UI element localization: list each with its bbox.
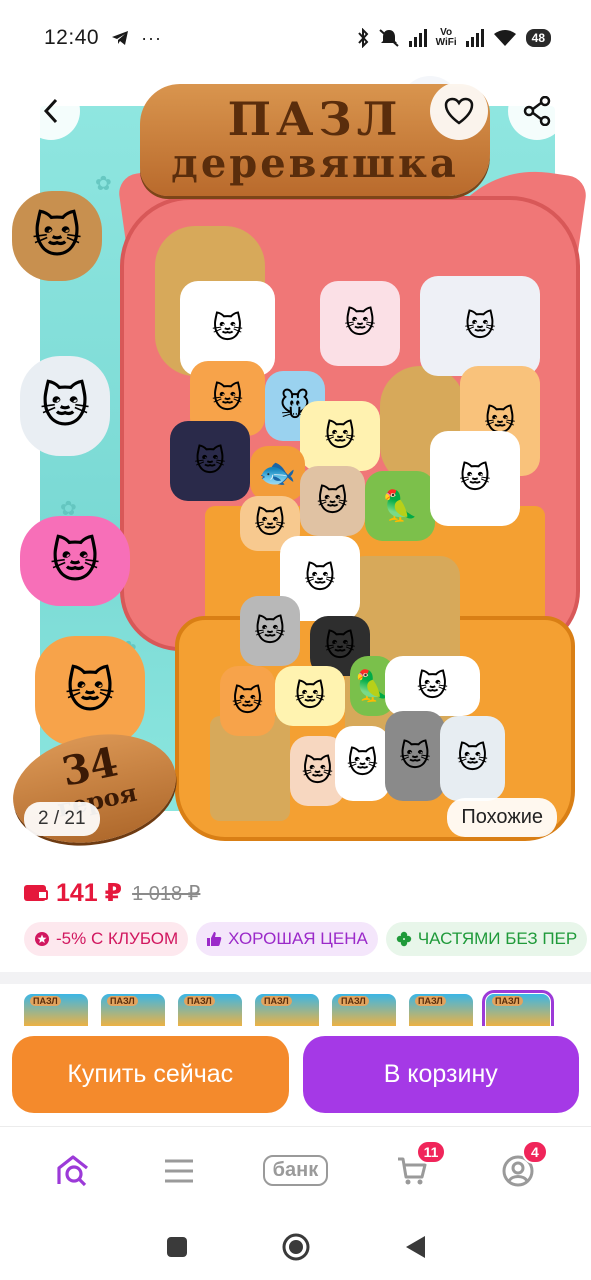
variant-thumbnail[interactable]: ПАЗЛ	[332, 994, 396, 1028]
status-right-icons: Vo WiFi 48	[357, 28, 551, 48]
variant-thumbnail[interactable]: ПАЗЛ	[255, 994, 319, 1028]
more-dots-icon: ···	[141, 27, 163, 48]
orange-cat-decoration: 🐱	[35, 636, 145, 746]
good-price-chip[interactable]: ХОРОШАЯ ЦЕНА	[196, 922, 378, 956]
cat-piece: 🐱	[240, 596, 300, 666]
nav-profile[interactable]: 4	[488, 1139, 548, 1196]
cat-basket-decoration: 🐱	[12, 191, 102, 281]
favorite-button[interactable]	[430, 82, 488, 140]
nav-bank[interactable]: банк	[255, 1146, 335, 1196]
menu-icon	[165, 1159, 194, 1182]
club-icon	[35, 932, 49, 946]
paw-icon: ✿	[95, 173, 112, 195]
home-search-icon	[57, 1154, 89, 1186]
variant-thumbnail-selected[interactable]: ПАЗЛ	[482, 990, 554, 1032]
vowifi-icon: Vo WiFi	[435, 27, 457, 48]
cat-piece: 🐱	[300, 401, 380, 471]
system-navigation	[0, 1214, 591, 1280]
wifi-icon	[493, 30, 516, 46]
back-button[interactable]	[22, 82, 80, 140]
fish-piece: 🐟	[250, 446, 305, 501]
share-icon	[523, 96, 551, 126]
logo-title: ПАЗЛ	[227, 92, 403, 146]
recents-icon[interactable]	[165, 1235, 189, 1259]
bank-label: банк	[262, 1155, 329, 1186]
heroes-count-badge: 34 героя	[2, 719, 187, 856]
promo-chips: -5% С КЛУБОМ ХОРОШАЯ ЦЕНА ЧАСТЯМИ БЕЗ ПЕ…	[24, 922, 588, 956]
profile-badge: 4	[521, 1139, 548, 1164]
nav-cart[interactable]: 11	[382, 1139, 447, 1196]
signal-icon	[408, 29, 427, 47]
cat-piece: 🐱	[385, 711, 445, 801]
club-discount-label: -5% С КЛУБОМ	[56, 929, 179, 948]
buy-now-button[interactable]: Купить сейчас	[12, 1036, 289, 1113]
variant-thumbnail[interactable]: ПАЗЛ	[178, 994, 242, 1028]
club-discount-chip[interactable]: -5% С КЛУБОМ	[24, 922, 189, 956]
home-circle-icon[interactable]	[281, 1232, 311, 1262]
cat-piece: 🐱	[430, 431, 520, 526]
cat-cushion-decoration: 🐱	[20, 516, 130, 606]
telegram-icon	[112, 31, 129, 45]
cat-piece: 🐱	[275, 666, 345, 726]
product-gallery[interactable]: ✿ ✿ ✿ ✿ ✿ 🐱 🐱 🐱 🐱 🐭 🐱 🐱 🐱 🐟 🐱 🦜 🐱 🐱 🐱 🐱 …	[0, 76, 591, 856]
share-button[interactable]	[508, 82, 566, 140]
thumb-up-icon	[207, 932, 222, 946]
old-price: 1 018 ₽	[132, 882, 201, 905]
variant-thumbnail[interactable]: ПАЗЛ	[24, 994, 88, 1028]
price-row: 141 ₽ 1 018 ₽	[24, 878, 200, 908]
similar-button[interactable]: Похожие	[447, 798, 557, 837]
installments-label: ЧАСТЯМИ БЕЗ ПЕР	[417, 929, 578, 948]
cat-piece: 🐱	[220, 666, 275, 736]
status-bar: 12:40 ··· Vo WiFi 48	[0, 0, 591, 76]
add-to-cart-button[interactable]: В корзину	[302, 1036, 579, 1113]
variant-thumbnail[interactable]: ПАЗЛ	[101, 994, 165, 1028]
signal-icon	[465, 29, 484, 47]
product-screen: 12:40 ··· VoWiFi 48 ✿ ✿ ✿ ✿ ✿	[0, 0, 591, 1280]
current-price: 141 ₽	[56, 879, 123, 907]
chevron-left-icon	[43, 98, 58, 124]
bottom-navigation: банк 11 4	[0, 1126, 591, 1214]
parrot-piece: 🦜	[365, 471, 435, 541]
cat-piece: 🐱	[300, 466, 365, 536]
cat-piece: 🐱	[440, 716, 505, 801]
section-divider	[0, 972, 591, 984]
cat-yarn-decoration: 🐱	[20, 356, 110, 456]
clover-icon	[396, 931, 412, 947]
variant-thumbnails: ПАЗЛ ПАЗЛ ПАЗЛ ПАЗЛ ПАЗЛ ПАЗЛ ПАЗЛ	[24, 990, 554, 1032]
nav-home[interactable]	[43, 1146, 103, 1196]
logo-subtitle: деревяшка	[171, 140, 459, 187]
cat-piece: 🐱	[320, 281, 400, 366]
cat-piece: 🐱	[170, 421, 250, 501]
image-counter: 2 / 21	[24, 802, 100, 836]
heart-icon	[444, 97, 474, 125]
wallet-icon	[24, 885, 48, 901]
back-triangle-icon[interactable]	[403, 1234, 427, 1260]
battery-indicator: 48	[525, 29, 551, 47]
status-time: 12:40	[44, 26, 100, 49]
installments-chip[interactable]: ЧАСТЯМИ БЕЗ ПЕР	[385, 922, 588, 956]
mute-icon	[378, 29, 399, 47]
cat-piece: 🐱	[335, 726, 390, 801]
purchase-actions: Купить сейчас В корзину	[0, 1026, 591, 1126]
bluetooth-icon	[357, 28, 368, 48]
status-left-icons: ···	[111, 28, 162, 49]
variant-thumbnail[interactable]: ПАЗЛ	[409, 994, 473, 1028]
good-price-label: ХОРОШАЯ ЦЕНА	[228, 929, 368, 948]
nav-catalog[interactable]	[149, 1146, 209, 1196]
cart-badge: 11	[415, 1139, 447, 1164]
cat-piece: 🐱	[420, 276, 540, 376]
cat-piece: 🐱	[385, 656, 480, 716]
